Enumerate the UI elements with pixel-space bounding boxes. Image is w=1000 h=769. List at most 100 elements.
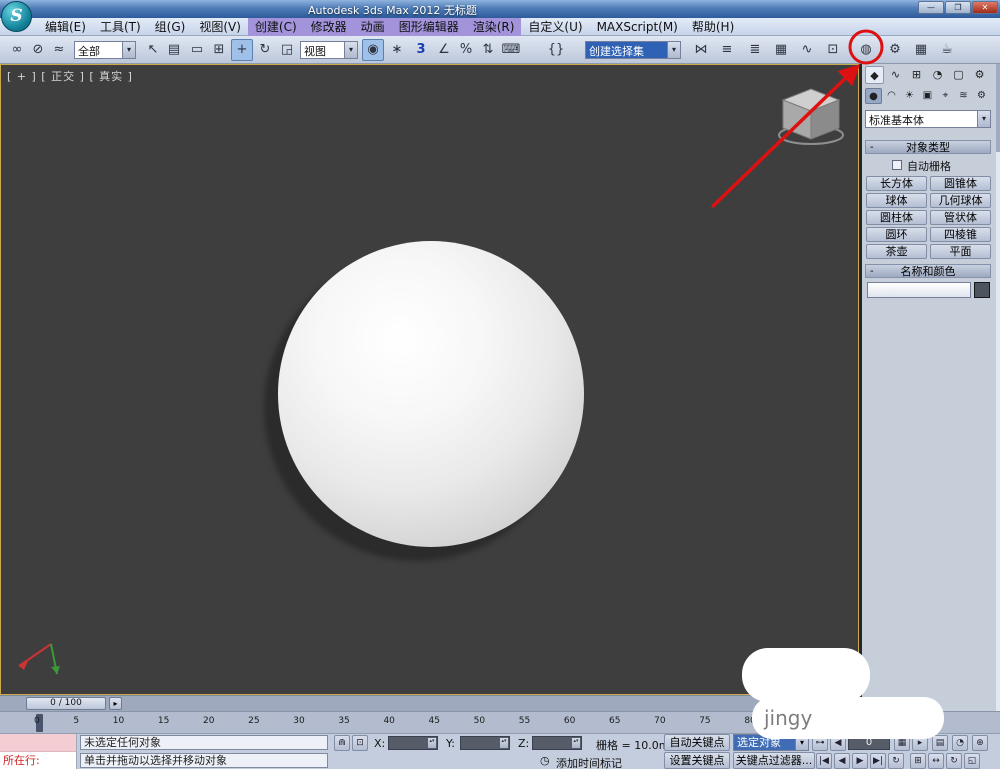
tab-hierarchy[interactable]: ⊞ bbox=[907, 66, 926, 84]
select-link-icon[interactable]: ∞ bbox=[6, 39, 28, 61]
layer-manager-icon[interactable]: ≣ bbox=[744, 39, 766, 61]
category-spacewarps-icon[interactable]: ≋ bbox=[955, 88, 972, 104]
viewport[interactable]: [ + ] [ 正交 ] [ 真实 ] bbox=[0, 64, 859, 695]
maximize-viewport-icon[interactable]: ◱ bbox=[964, 753, 980, 769]
absolute-mode-icon[interactable]: ⊡ bbox=[352, 735, 368, 751]
rollout-collapse-icon[interactable]: - bbox=[870, 141, 874, 154]
btn-torus[interactable]: 圆环 bbox=[866, 227, 927, 242]
menu-edit[interactable]: 编辑(E) bbox=[38, 18, 93, 36]
menu-views[interactable]: 视图(V) bbox=[192, 18, 248, 36]
go-to-end-icon[interactable]: ▶| bbox=[870, 753, 886, 769]
schematic-view-icon[interactable]: ⊡ bbox=[822, 39, 844, 61]
menu-customize[interactable]: 自定义(U) bbox=[521, 18, 589, 36]
object-color-swatch[interactable] bbox=[974, 282, 990, 298]
render-production-icon[interactable]: ☕ bbox=[936, 39, 958, 61]
btn-box[interactable]: 长方体 bbox=[866, 176, 927, 191]
viewport-label[interactable]: [ + ] [ 正交 ] [ 真实 ] bbox=[7, 68, 133, 84]
select-by-name-icon[interactable]: ▤ bbox=[163, 39, 185, 61]
menu-maxscript[interactable]: MAXScript(M) bbox=[590, 18, 685, 36]
viewcube[interactable] bbox=[773, 85, 849, 147]
percent-snap-icon[interactable]: % bbox=[455, 39, 477, 61]
btn-geosphere[interactable]: 几何球体 bbox=[930, 193, 991, 208]
tab-modify[interactable]: ∿ bbox=[886, 66, 905, 84]
spinner-icon[interactable]: ▴▾ bbox=[428, 738, 436, 748]
dropdown-arrow-icon[interactable]: ▾ bbox=[122, 42, 135, 58]
curve-editor-icon[interactable]: ∿ bbox=[796, 39, 818, 61]
time-slider-track[interactable]: 0 / 100 ▸ bbox=[0, 695, 859, 711]
previous-frame-icon[interactable]: ◀ bbox=[834, 753, 850, 769]
region-select-icon[interactable]: ▭ bbox=[186, 39, 208, 61]
rollout-object-type[interactable]: - 对象类型 bbox=[865, 140, 991, 154]
panel-scrollbar[interactable] bbox=[996, 64, 1000, 711]
spinner-snap-icon[interactable]: ⇅ bbox=[477, 39, 499, 61]
maximize-button[interactable]: ❐ bbox=[945, 1, 971, 14]
material-editor-icon[interactable]: ◍ bbox=[855, 39, 877, 61]
menu-modifiers[interactable]: 修改器 bbox=[304, 18, 354, 36]
pan-icon[interactable]: ↔ bbox=[928, 753, 944, 769]
tab-motion[interactable]: ◔ bbox=[928, 66, 947, 84]
mirror-icon[interactable]: ⋈ bbox=[690, 39, 712, 61]
orbit-icon[interactable]: ↻ bbox=[946, 753, 962, 769]
next-frame-button[interactable]: ▸ bbox=[109, 697, 122, 710]
add-time-tag[interactable]: 添加时间标记 bbox=[556, 755, 622, 769]
misc-b-icon[interactable]: ◔ bbox=[952, 735, 968, 751]
angle-snap-icon[interactable]: ∠ bbox=[433, 39, 455, 61]
close-button[interactable]: ✕ bbox=[972, 1, 998, 14]
render-setup-icon[interactable]: ⚙ bbox=[884, 39, 906, 61]
btn-cone[interactable]: 圆锥体 bbox=[930, 176, 991, 191]
named-selection-icon[interactable]: {} bbox=[545, 39, 567, 61]
category-lights-icon[interactable]: ☀ bbox=[901, 88, 918, 104]
pivot-center-icon[interactable]: ◉ bbox=[362, 39, 384, 61]
menu-create[interactable]: 创建(C) bbox=[248, 18, 304, 36]
selection-lock-icon[interactable]: ⋒ bbox=[334, 735, 350, 751]
auto-key-button[interactable]: 自动关键点 bbox=[664, 734, 730, 751]
loop-icon[interactable]: ↻ bbox=[888, 753, 904, 769]
unlink-icon[interactable]: ⊘ bbox=[27, 39, 49, 61]
bind-spacewarp-icon[interactable]: ≈ bbox=[48, 39, 70, 61]
primitive-type-dropdown[interactable]: 标准基本体 ▾ bbox=[865, 110, 991, 128]
maxscript-listener-line[interactable]: 所在行: bbox=[0, 752, 77, 769]
rollout-name-color[interactable]: - 名称和颜色 bbox=[865, 264, 991, 278]
select-manipulate-icon[interactable]: ∗ bbox=[386, 39, 408, 61]
menu-graph-editors[interactable]: 图形编辑器 bbox=[392, 18, 466, 36]
btn-cylinder[interactable]: 圆柱体 bbox=[866, 210, 927, 225]
go-to-start-icon[interactable]: |◀ bbox=[816, 753, 832, 769]
x-coordinate-field[interactable]: ▴▾ bbox=[388, 736, 438, 750]
snap-3d-icon[interactable]: 3 bbox=[410, 39, 432, 61]
select-move-icon[interactable]: + bbox=[231, 39, 253, 61]
dropdown-arrow-icon[interactable]: ▾ bbox=[667, 42, 680, 58]
tab-display[interactable]: ▢ bbox=[949, 66, 968, 84]
btn-tube[interactable]: 管状体 bbox=[930, 210, 991, 225]
z-coordinate-field[interactable]: ▴▾ bbox=[532, 736, 582, 750]
spinner-icon[interactable]: ▴▾ bbox=[572, 738, 580, 748]
category-shapes-icon[interactable]: ◠ bbox=[883, 88, 900, 104]
keyboard-override-icon[interactable]: ⌨ bbox=[500, 39, 522, 61]
tab-utilities[interactable]: ⚙ bbox=[970, 66, 989, 84]
y-coordinate-field[interactable]: ▴▾ bbox=[460, 736, 510, 750]
menu-animation[interactable]: 动画 bbox=[354, 18, 392, 36]
category-helpers-icon[interactable]: ⌖ bbox=[937, 88, 954, 104]
set-key-button[interactable]: 设置关键点 bbox=[664, 752, 730, 769]
object-name-field[interactable] bbox=[867, 282, 971, 298]
time-slider-handle[interactable]: 0 / 100 bbox=[26, 697, 106, 710]
ribbon-toggle-icon[interactable]: ▦ bbox=[770, 39, 792, 61]
sphere-object[interactable] bbox=[278, 241, 584, 547]
rendered-frame-icon[interactable]: ▦ bbox=[910, 39, 932, 61]
select-object-icon[interactable]: ↖ bbox=[142, 39, 164, 61]
btn-pyramid[interactable]: 四棱锥 bbox=[930, 227, 991, 242]
named-selection-set-dropdown[interactable]: 创建选择集 ▾ bbox=[585, 41, 681, 59]
app-logo-icon[interactable]: S bbox=[1, 1, 32, 32]
select-scale-icon[interactable]: ◲ bbox=[276, 39, 298, 61]
minimize-button[interactable]: — bbox=[918, 1, 944, 14]
align-icon[interactable]: ≡ bbox=[716, 39, 738, 61]
menu-rendering[interactable]: 渲染(R) bbox=[466, 18, 522, 36]
btn-plane[interactable]: 平面 bbox=[930, 244, 991, 259]
menu-tools[interactable]: 工具(T) bbox=[93, 18, 148, 36]
misc-a-icon[interactable]: ▤ bbox=[932, 735, 948, 751]
rollout-collapse-icon[interactable]: - bbox=[870, 265, 874, 278]
tab-create[interactable]: ◆ bbox=[865, 66, 884, 84]
ref-coord-dropdown[interactable]: 视图 ▾ bbox=[300, 41, 358, 59]
select-rotate-icon[interactable]: ↻ bbox=[254, 39, 276, 61]
zoom-icon[interactable]: ⊕ bbox=[972, 735, 988, 751]
dropdown-arrow-icon[interactable]: ▾ bbox=[344, 42, 357, 58]
